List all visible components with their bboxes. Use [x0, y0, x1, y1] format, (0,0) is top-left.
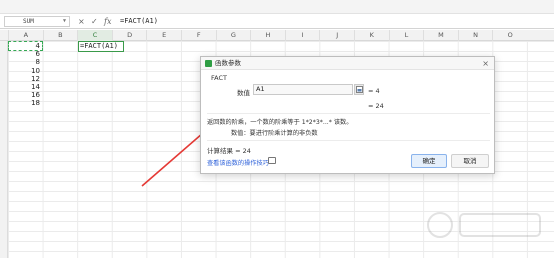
range-select-button[interactable]: [354, 84, 364, 95]
formula-result-preview: = 24: [368, 102, 384, 110]
function-description: 返回数的阶乘，一个数的阶乘等于 1*2*3*...* 该数。: [207, 119, 353, 126]
divider: [207, 140, 490, 141]
calculation-result: 计算结果 = 24: [207, 147, 251, 155]
divider: [207, 113, 490, 114]
argument-label: 数值: [237, 89, 250, 97]
dialog-title-bar[interactable]: 函数参数 ×: [201, 57, 494, 70]
argument-value-result: = 4: [368, 87, 380, 95]
close-icon[interactable]: ×: [482, 57, 489, 70]
video-help-icon[interactable]: [268, 157, 276, 164]
range-select-icon: [356, 86, 363, 93]
argument-input[interactable]: A1: [253, 84, 353, 95]
ok-button[interactable]: 确定: [411, 154, 447, 168]
function-help-link[interactable]: 查看该函数的操作技巧: [207, 158, 269, 167]
parameter-description: 数值：要进行阶乘计算的非负数: [231, 130, 318, 137]
function-arguments-dialog: 函数参数 × FACT 数值 A1 = 4 = 24 返回数的阶乘，一个数的阶乘…: [200, 56, 495, 174]
app-icon: [205, 60, 212, 67]
cancel-button[interactable]: 取消: [451, 154, 489, 168]
watermark-logo: [427, 212, 541, 238]
dialog-title: 函数参数: [215, 59, 241, 67]
function-name: FACT: [211, 74, 227, 82]
